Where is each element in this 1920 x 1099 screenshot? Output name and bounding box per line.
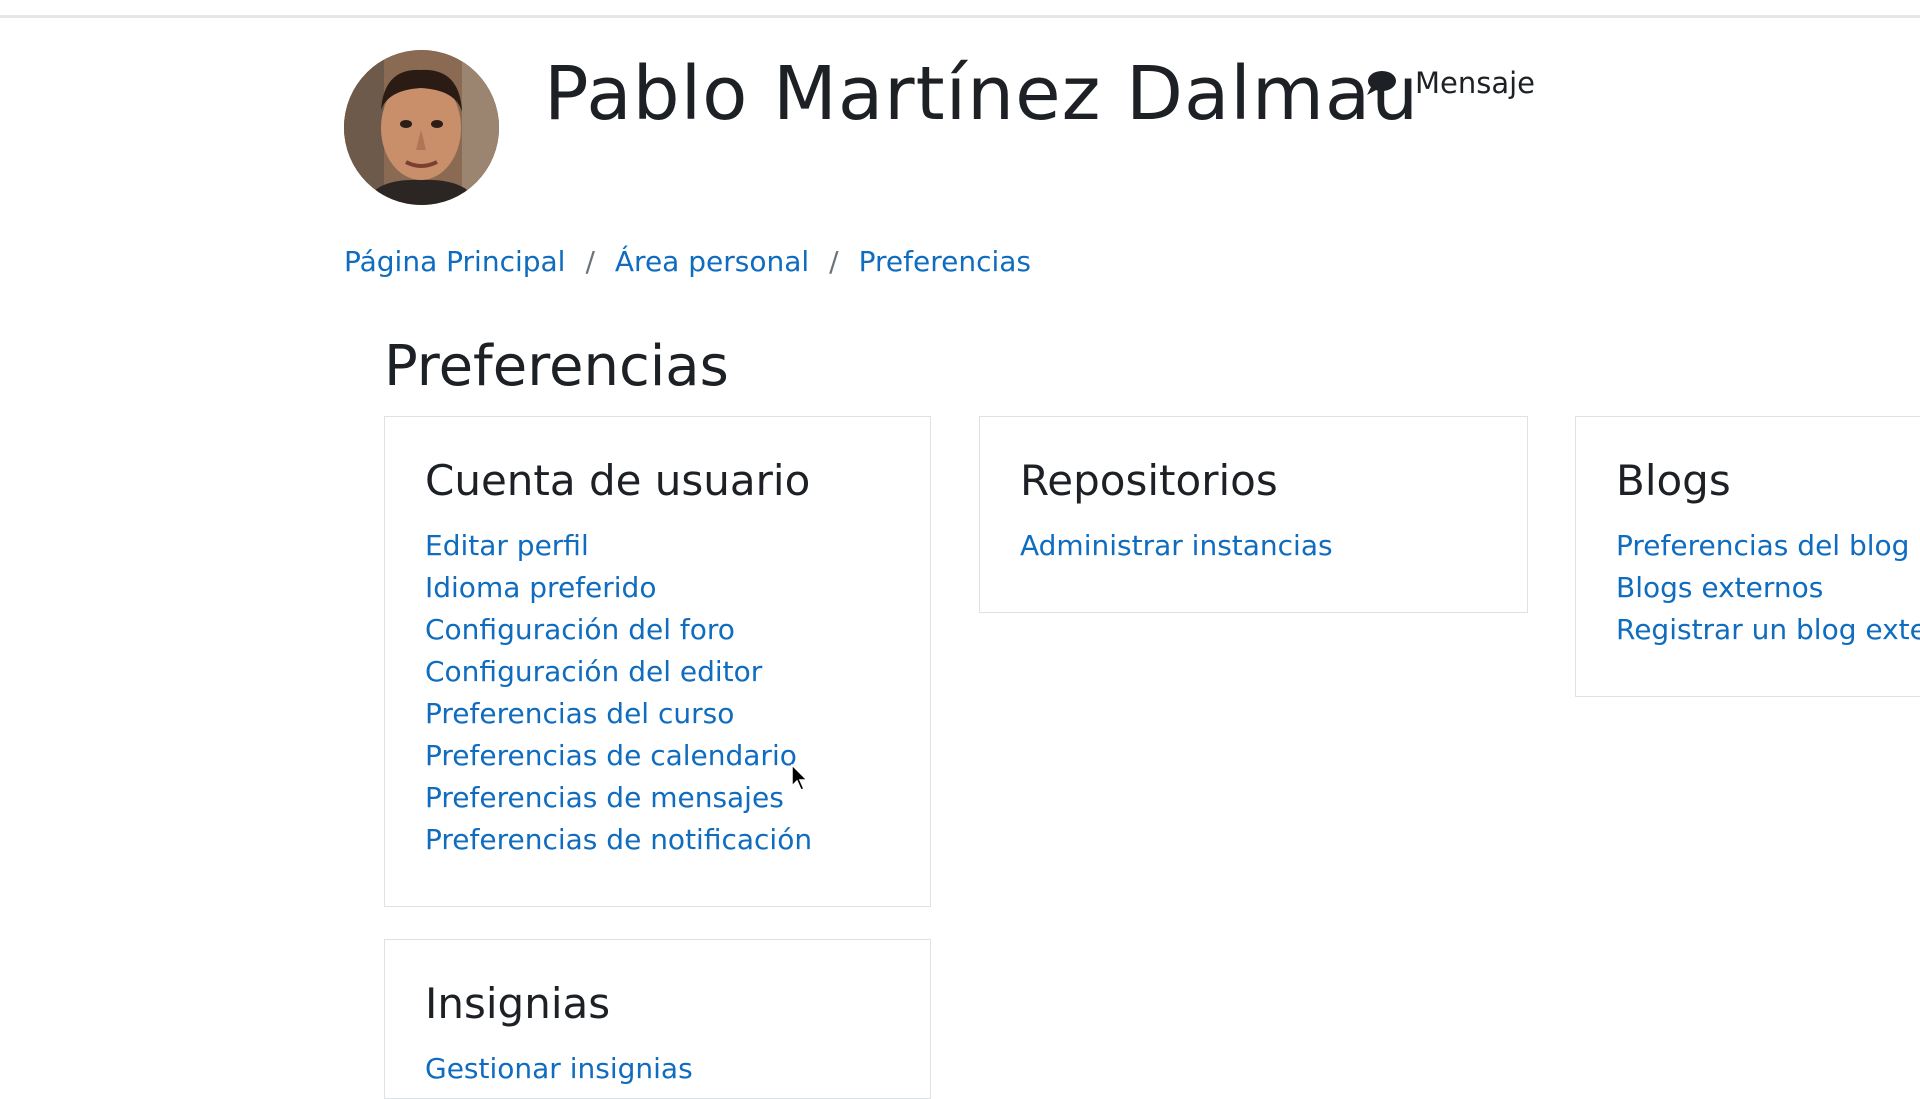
link-forum-settings[interactable]: Configuración del foro bbox=[425, 613, 735, 646]
link-list: Preferencias del blog Blogs externos Reg… bbox=[1616, 525, 1920, 651]
card-title: Insignias bbox=[425, 979, 611, 1028]
list-item: Preferencias de mensajes bbox=[425, 777, 890, 819]
card-title: Cuenta de usuario bbox=[425, 456, 811, 505]
speech-bubble-icon bbox=[1365, 69, 1397, 97]
card-user-account: Cuenta de usuario Editar perfil Idioma p… bbox=[384, 416, 931, 907]
list-item: Configuración del foro bbox=[425, 609, 890, 651]
link-edit-profile[interactable]: Editar perfil bbox=[425, 529, 589, 562]
link-calendar-preferences[interactable]: Preferencias de calendario bbox=[425, 739, 797, 772]
list-item: Idioma preferido bbox=[425, 567, 890, 609]
breadcrumb-item-home[interactable]: Página Principal bbox=[344, 244, 565, 280]
list-item: Preferencias del curso bbox=[425, 693, 890, 735]
list-item: Administrar instancias bbox=[1020, 525, 1487, 567]
list-item: Gestionar insignias bbox=[425, 1048, 890, 1090]
list-item: Configuración del editor bbox=[425, 651, 890, 693]
list-item: Registrar un blog externo bbox=[1616, 609, 1920, 651]
page-title: Preferencias bbox=[384, 334, 729, 399]
link-editor-settings[interactable]: Configuración del editor bbox=[425, 655, 762, 688]
card-title: Repositorios bbox=[1020, 456, 1278, 505]
link-external-blogs[interactable]: Blogs externos bbox=[1616, 571, 1823, 604]
link-manage-badges[interactable]: Gestionar insignias bbox=[425, 1052, 693, 1085]
message-button-label: Mensaje bbox=[1415, 66, 1536, 100]
link-register-external-blog[interactable]: Registrar un blog externo bbox=[1616, 613, 1920, 646]
top-navbar bbox=[0, 0, 1920, 18]
breadcrumb-item-preferences[interactable]: Preferencias bbox=[859, 244, 1031, 280]
link-course-preferences[interactable]: Preferencias del curso bbox=[425, 697, 734, 730]
link-list: Editar perfil Idioma preferido Configura… bbox=[425, 525, 890, 861]
link-list: Gestionar insignias bbox=[425, 1048, 890, 1090]
user-fullname: Pablo Martínez Dalmau bbox=[544, 51, 1420, 137]
list-item: Editar perfil bbox=[425, 525, 890, 567]
breadcrumb: Página Principal / Área personal / Prefe… bbox=[344, 244, 1031, 280]
link-list: Administrar instancias bbox=[1020, 525, 1487, 567]
list-item: Preferencias del blog bbox=[1616, 525, 1909, 567]
list-item: Preferencias de notificación bbox=[425, 819, 890, 861]
user-photo bbox=[344, 50, 499, 205]
link-notification-preferences[interactable]: Preferencias de notificación bbox=[425, 823, 812, 856]
list-item: Blogs externos bbox=[1616, 567, 1880, 609]
link-manage-instances[interactable]: Administrar instancias bbox=[1020, 529, 1333, 562]
link-preferred-language[interactable]: Idioma preferido bbox=[425, 571, 656, 604]
card-repositories: Repositorios Administrar instancias bbox=[979, 416, 1528, 613]
message-button[interactable]: Mensaje bbox=[1365, 66, 1535, 100]
breadcrumb-item-dashboard[interactable]: Área personal bbox=[615, 244, 809, 280]
link-message-preferences[interactable]: Preferencias de mensajes bbox=[425, 781, 784, 814]
card-badges: Insignias Gestionar insignias bbox=[384, 939, 931, 1099]
list-item: Preferencias de calendario bbox=[425, 735, 890, 777]
breadcrumb-separator: / bbox=[829, 245, 839, 278]
link-blog-preferences[interactable]: Preferencias del blog bbox=[1616, 529, 1909, 562]
card-blogs: Blogs Preferencias del blog Blogs extern… bbox=[1575, 416, 1920, 697]
card-title: Blogs bbox=[1616, 456, 1731, 505]
breadcrumb-separator: / bbox=[585, 245, 595, 278]
user-avatar[interactable] bbox=[344, 50, 499, 205]
